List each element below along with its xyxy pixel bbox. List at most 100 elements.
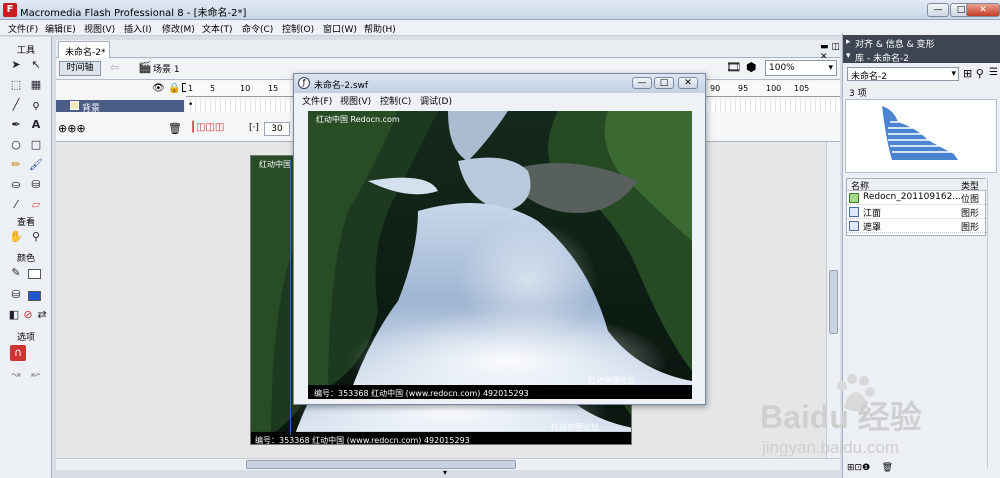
add-layer-icon[interactable]: ⊕⊕⊕ bbox=[58, 122, 86, 135]
swf-title-bar: ƒ 未命名-2.swf — □ ✕ bbox=[294, 74, 705, 93]
minimize-button[interactable]: — bbox=[927, 3, 949, 17]
fill-color-swatch[interactable] bbox=[28, 291, 41, 301]
menu-modify[interactable]: 修改(M) bbox=[162, 22, 195, 35]
chevron-down-icon: ▾ bbox=[828, 63, 833, 73]
menu-edit[interactable]: 编辑(E) bbox=[45, 22, 76, 35]
lasso-tool-icon[interactable]: ϙ bbox=[28, 97, 44, 113]
menu-file[interactable]: 文件(F) bbox=[8, 22, 38, 35]
column-type[interactable]: 类型 bbox=[961, 179, 979, 192]
swf-close-button[interactable]: ✕ bbox=[678, 77, 698, 89]
document-tab[interactable]: 未命名-2* bbox=[58, 41, 110, 58]
baidu-brand-text: Baidu 经验 bbox=[760, 399, 922, 435]
brush-tool-icon[interactable]: 🖌 bbox=[28, 157, 44, 173]
edit-symbol-icon[interactable]: ⬢ bbox=[746, 60, 756, 74]
swf-player-window[interactable]: ƒ 未命名-2.swf — □ ✕ 文件(F) 视图(V) 控制(C) 调试(D… bbox=[293, 73, 706, 405]
smooth-icon[interactable]: ↝ bbox=[8, 367, 24, 383]
delete-layer-icon[interactable]: 🗑 bbox=[168, 122, 182, 135]
menu-help[interactable]: 帮助(H) bbox=[364, 22, 396, 35]
swf-menu-control[interactable]: 控制(C) bbox=[380, 94, 411, 107]
ink-bottle-icon[interactable]: ⛀ bbox=[8, 177, 24, 193]
library-preview bbox=[845, 99, 997, 173]
layer-name: 背景 bbox=[82, 104, 101, 114]
fill-color-icon[interactable]: ⛁ bbox=[8, 287, 24, 303]
menu-commands[interactable]: 命令(C) bbox=[242, 22, 273, 35]
library-panel-header[interactable]: ▾ 库 - 未命名-2 bbox=[843, 49, 1000, 64]
eyedropper-icon[interactable]: ⁄ bbox=[8, 197, 24, 213]
back-arrow-icon[interactable]: ⇦ bbox=[110, 61, 119, 74]
flash-player-icon: ƒ bbox=[298, 77, 310, 89]
free-transform-icon[interactable]: ⬚ bbox=[8, 77, 24, 93]
library-item[interactable]: Redocn_201109162... 位图 bbox=[847, 192, 987, 205]
frame-rate-field[interactable]: 30 bbox=[264, 122, 290, 136]
stroke-color-icon[interactable]: ✎ bbox=[8, 265, 24, 281]
library-item[interactable]: 江面 图形 bbox=[847, 206, 987, 219]
library-header: 名称 类型 bbox=[847, 179, 987, 192]
timeline-toggle-button[interactable]: 时间轴 bbox=[59, 61, 101, 76]
toolbox-title: 工具 bbox=[16, 46, 35, 56]
graphic-symbol-icon bbox=[849, 207, 859, 217]
swf-minimize-button[interactable]: — bbox=[632, 77, 652, 89]
zoom-tool-icon[interactable]: ⚲ bbox=[28, 229, 44, 245]
hand-tool-icon[interactable]: ✋ bbox=[8, 229, 24, 245]
swf-image-caption: 编号：353368 红动中国 (www.redocn.com) 49201529… bbox=[314, 389, 529, 398]
swf-image-sign: 红动中国论坛 bbox=[588, 376, 636, 385]
rectangle-tool-icon[interactable]: □ bbox=[28, 137, 44, 153]
line-tool-icon[interactable]: ╱ bbox=[8, 97, 24, 113]
horizontal-scroll-thumb[interactable] bbox=[246, 460, 516, 469]
swf-menu-bar: 文件(F) 视图(V) 控制(C) 调试(D) bbox=[294, 93, 705, 107]
options-section-title: 选项 bbox=[16, 333, 35, 343]
pen-tool-icon[interactable]: ✒ bbox=[8, 117, 24, 133]
vertical-scroll-thumb[interactable] bbox=[829, 270, 838, 334]
library-bottom-icons[interactable]: ⊞⊡❶ 🗑 bbox=[847, 463, 893, 473]
library-list: 名称 类型 Redocn_201109162... 位图 江面 图形 遮罩 图形 bbox=[846, 178, 987, 236]
toolbox: 工具 ➤ ↖ ⬚ ▦ ╱ ϙ ✒ A ○ □ ✏ 🖌 ⛀ ⛁ ⁄ ▱ 查看 ✋ … bbox=[0, 37, 52, 478]
align-panel-header[interactable]: ▸ 对齐 & 信息 & 变形 bbox=[843, 35, 1000, 50]
zoom-select[interactable]: 100% ▾ bbox=[765, 60, 837, 76]
menu-view[interactable]: 视图(V) bbox=[84, 22, 115, 35]
fill-transform-icon[interactable]: ▦ bbox=[28, 77, 44, 93]
collapse-arrow-icon: ▸ bbox=[846, 37, 851, 47]
eraser-tool-icon[interactable]: ▱ bbox=[28, 197, 44, 213]
library-tools-icon[interactable]: ⊞ ⚲ bbox=[963, 67, 984, 80]
swf-menu-file[interactable]: 文件(F) bbox=[302, 94, 332, 107]
bitmap-icon bbox=[849, 193, 859, 203]
swap-colors-icon[interactable]: ⇄ bbox=[34, 307, 50, 323]
swf-maximize-button[interactable]: □ bbox=[654, 77, 674, 89]
library-select[interactable]: 未命名-2 ▾ bbox=[847, 67, 959, 82]
pencil-tool-icon[interactable]: ✏ bbox=[8, 157, 24, 173]
view-section-title: 查看 bbox=[16, 218, 35, 228]
edit-scene-icon[interactable]: 🎞 bbox=[726, 60, 741, 74]
swf-menu-view[interactable]: 视图(V) bbox=[340, 94, 371, 107]
stroke-color-swatch[interactable] bbox=[28, 269, 41, 279]
eye-icon[interactable]: 👁 bbox=[152, 83, 165, 94]
menu-text[interactable]: 文本(T) bbox=[202, 22, 233, 35]
column-name[interactable]: 名称 bbox=[851, 179, 869, 192]
menu-window[interactable]: 窗口(W) bbox=[323, 22, 357, 35]
library-item[interactable]: 遮罩 图形 bbox=[847, 220, 987, 233]
stage-image-sign: 红动中国论坛 bbox=[551, 423, 599, 432]
text-tool-icon[interactable]: A bbox=[28, 117, 44, 133]
expand-arrow-icon: ▾ bbox=[846, 51, 851, 61]
chevron-down-icon: ▾ bbox=[951, 69, 956, 79]
zoom-value: 100% bbox=[769, 63, 795, 73]
menu-insert[interactable]: 插入(I) bbox=[124, 22, 152, 35]
library-item-count: 3 项 bbox=[849, 89, 867, 99]
snap-magnet-icon[interactable]: ∩ bbox=[10, 345, 26, 361]
close-button[interactable]: ✕ bbox=[966, 3, 1000, 17]
panel-collapse-arrow-icon[interactable]: ▾ bbox=[438, 468, 452, 478]
library-options-icon[interactable]: ☰ bbox=[989, 67, 998, 78]
baidu-watermark: Baidu 经验 jingyan.baidu.com bbox=[760, 372, 1000, 462]
selection-tool-icon[interactable]: ➤ bbox=[8, 57, 24, 73]
swf-menu-debug[interactable]: 调试(D) bbox=[420, 94, 452, 107]
oval-tool-icon[interactable]: ○ bbox=[8, 137, 24, 153]
swf-image-logo: 红动中国 Redocn.com bbox=[316, 115, 400, 124]
paint-bucket-icon[interactable]: ⛁ bbox=[28, 177, 44, 193]
onion-skin-icon[interactable]: ┃◫◫◫ bbox=[190, 122, 224, 133]
document-tab-bar: ▬ ◫ ✕ bbox=[56, 40, 840, 62]
swf-window-title: 未命名-2.swf bbox=[314, 81, 369, 91]
center-frame-icon[interactable]: [·] bbox=[249, 123, 259, 133]
menu-control[interactable]: 控制(O) bbox=[282, 22, 314, 35]
subselect-tool-icon[interactable]: ↖ bbox=[28, 57, 44, 73]
lock-icon[interactable]: 🔒 bbox=[168, 83, 180, 94]
straighten-icon[interactable]: ↜ bbox=[28, 367, 44, 383]
